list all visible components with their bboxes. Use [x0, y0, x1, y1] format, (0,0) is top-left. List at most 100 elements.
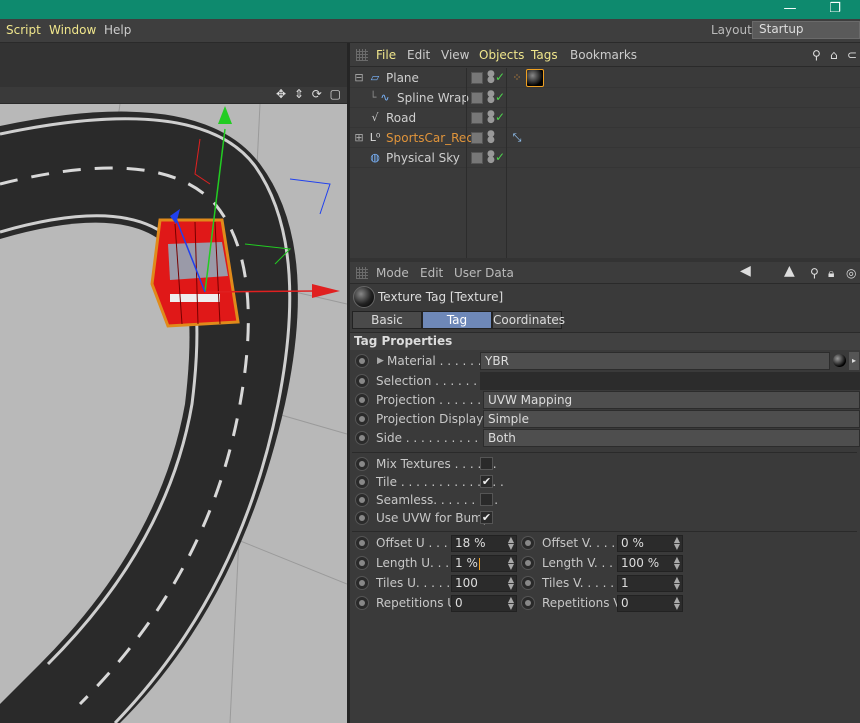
spinner-icon[interactable]: ▲ ▼ [674, 596, 680, 611]
expand-arrow-icon[interactable]: ▶ [377, 356, 384, 366]
animate-radio[interactable] [355, 596, 369, 610]
use-uvw-bump-checkbox[interactable]: ✔ [480, 511, 493, 524]
animate-radio[interactable] [355, 374, 369, 388]
render-dots-icon[interactable]: ● ● [487, 130, 495, 145]
editor-visibility-toggle[interactable] [471, 92, 483, 104]
panel-grip-icon[interactable] [356, 267, 368, 279]
animate-radio[interactable] [355, 431, 369, 445]
tiles-u-value: 100 [455, 576, 478, 590]
object-row-plane[interactable]: ⊟ ▱ Plane ● ● ✓ ⁘ [350, 68, 860, 88]
spinner-icon[interactable]: ▲ ▼ [508, 576, 514, 591]
material-menu-arrow-icon[interactable]: ▸ [849, 352, 859, 370]
tiles-u-input[interactable]: 100 ▲ ▼ [451, 575, 517, 592]
render-dots-icon[interactable]: ● ● [487, 90, 495, 105]
menu-window[interactable]: Window [49, 23, 96, 37]
animate-radio[interactable] [355, 576, 369, 590]
tab-coordinates[interactable]: Coordinates [492, 311, 565, 329]
animate-radio[interactable] [355, 354, 369, 368]
animate-radio[interactable] [355, 493, 369, 507]
menu-script[interactable]: Script [6, 23, 41, 37]
projection-display-select[interactable]: Simple [483, 410, 860, 428]
enabled-check-icon[interactable]: ✓ [495, 70, 505, 84]
animate-radio[interactable] [521, 536, 535, 550]
repetitions-v-input[interactable]: 0 ▲ ▼ [617, 595, 683, 612]
seamless-checkbox[interactable] [480, 493, 493, 506]
spinner-icon[interactable]: ▲ ▼ [674, 536, 680, 551]
projection-select[interactable]: UVW Mapping [483, 391, 860, 409]
enabled-check-icon[interactable]: ✓ [495, 90, 505, 104]
render-dots-icon[interactable]: ● ● [487, 110, 495, 125]
tab-tag[interactable]: Tag [422, 311, 492, 329]
align-to-spline-tag-icon[interactable]: ⤡ [510, 131, 524, 145]
tile-checkbox[interactable]: ✔ [480, 475, 493, 488]
lock-icon[interactable]: 🔒︎ [828, 266, 834, 281]
animate-radio[interactable] [355, 556, 369, 570]
texture-tag-icon[interactable] [526, 69, 544, 87]
menu-help[interactable]: Help [104, 23, 131, 37]
editor-visibility-toggle[interactable] [471, 72, 483, 84]
spinner-icon[interactable]: ▲ ▼ [508, 536, 514, 551]
new-window-icon[interactable]: ◎ [846, 266, 856, 280]
object-row-road[interactable]: √ Road ● ● ✓ [350, 108, 860, 128]
object-row-sportscar[interactable]: ⊞ L⁰ SportsCar_Red ● ● ⤡ [350, 128, 860, 148]
expand-icon[interactable]: ⊞ [352, 131, 366, 145]
mix-textures-checkbox[interactable] [480, 457, 493, 470]
enabled-check-icon[interactable]: ✓ [495, 110, 505, 124]
spinner-icon[interactable]: ▲ ▼ [674, 556, 680, 571]
enabled-check-icon[interactable]: ✓ [495, 150, 505, 164]
restore-button[interactable]: ❐ [815, 0, 855, 19]
animate-radio[interactable] [521, 556, 535, 570]
render-dots-icon[interactable]: ● ● [487, 150, 495, 165]
animate-radio[interactable] [521, 596, 535, 610]
length-v-input[interactable]: 100 % ▲ ▼ [617, 555, 683, 572]
menu-file[interactable]: File [376, 48, 396, 62]
animate-radio[interactable] [521, 576, 535, 590]
object-row-physical-sky[interactable]: ◍ Physical Sky ● ● ✓ [350, 148, 860, 168]
editor-visibility-toggle[interactable] [471, 132, 483, 144]
spinner-icon[interactable]: ▲ ▼ [508, 556, 514, 571]
menu-edit[interactable]: Edit [420, 266, 443, 280]
material-link-field[interactable]: YBR [480, 352, 830, 370]
menu-user-data[interactable]: User Data [454, 266, 514, 280]
panel-grip-icon[interactable] [356, 49, 368, 61]
editor-visibility-toggle[interactable] [471, 112, 483, 124]
menu-objects[interactable]: Objects [479, 48, 524, 62]
up-arrow-icon[interactable]: ▲ [784, 263, 795, 279]
menu-edit[interactable]: Edit [407, 48, 430, 62]
tab-basic[interactable]: Basic [352, 311, 422, 329]
collapse-icon[interactable]: ⊟ [352, 71, 366, 85]
side-select[interactable]: Both [483, 429, 860, 447]
animate-radio[interactable] [355, 457, 369, 471]
animate-radio[interactable] [355, 536, 369, 550]
offset-u-input[interactable]: 18 % ▲ ▼ [451, 535, 517, 552]
editor-visibility-toggle[interactable] [471, 152, 483, 164]
menu-mode[interactable]: Mode [376, 266, 409, 280]
link-icon[interactable]: ⊂ [847, 48, 857, 62]
animate-radio[interactable] [355, 475, 369, 489]
menu-view[interactable]: View [441, 48, 469, 62]
deformer-tag-icon[interactable]: ⁘ [510, 71, 524, 85]
sports-car[interactable] [150, 218, 240, 328]
render-dots-icon[interactable]: ● ● [487, 70, 495, 85]
offset-v-input[interactable]: 0 % ▲ ▼ [617, 535, 683, 552]
back-arrow-icon[interactable]: ◀ [740, 263, 751, 279]
repetitions-u-input[interactable]: 0 ▲ ▼ [451, 595, 517, 612]
layout-select[interactable]: Startup [752, 21, 860, 39]
home-icon[interactable]: ⌂ [830, 48, 838, 62]
spinner-icon[interactable]: ▲ ▼ [674, 576, 680, 591]
menu-tags[interactable]: Tags [531, 48, 558, 62]
minimize-button[interactable]: — [770, 0, 810, 19]
spinner-icon[interactable]: ▲ ▼ [508, 596, 514, 611]
animate-radio[interactable] [355, 412, 369, 426]
object-row-spline-wrap[interactable]: └ ∿ Spline Wrap ● ● ✓ [350, 88, 860, 108]
selection-field[interactable] [480, 372, 860, 390]
length-u-input[interactable]: 1 % ▲ ▼ [451, 555, 517, 572]
viewport-nav-icons[interactable]: ✥ ⇕ ⟳ ▢ [276, 87, 343, 101]
animate-radio[interactable] [355, 511, 369, 525]
menu-bookmarks[interactable]: Bookmarks [570, 48, 637, 62]
animate-radio[interactable] [355, 393, 369, 407]
3d-viewport[interactable] [0, 104, 347, 723]
tiles-v-input[interactable]: 1 ▲ ▼ [617, 575, 683, 592]
search-icon[interactable]: ⚲ [810, 266, 819, 280]
search-icon[interactable]: ⚲ [812, 48, 821, 62]
